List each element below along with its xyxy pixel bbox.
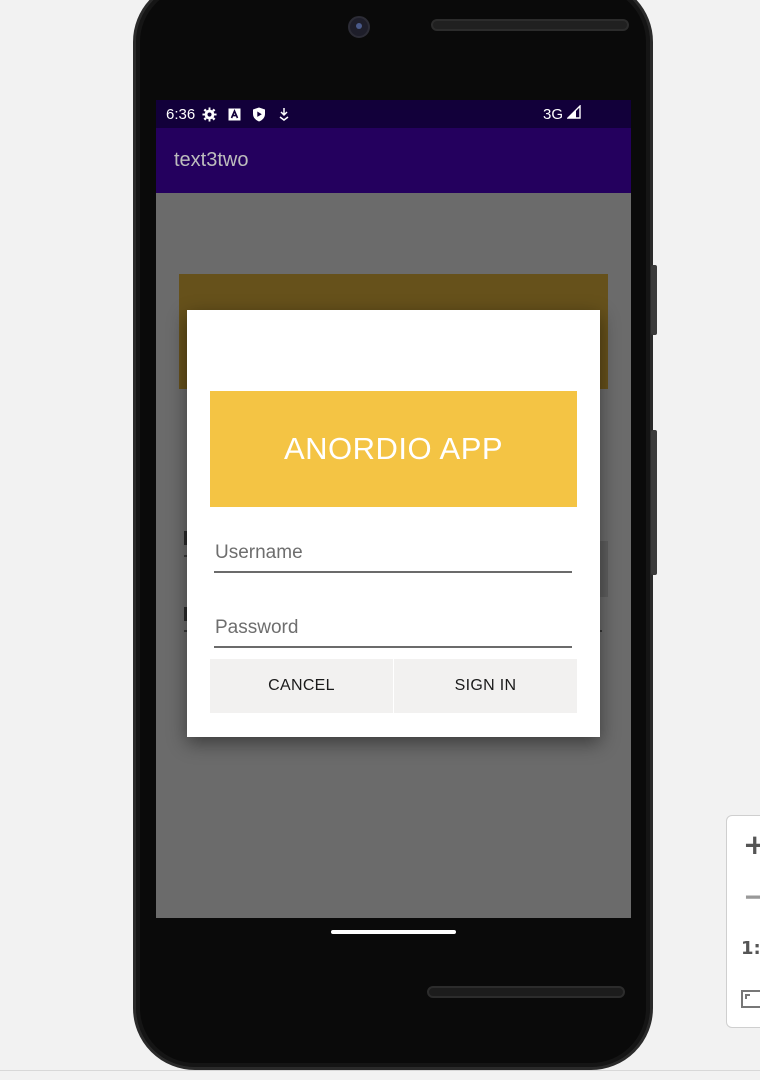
actual-size-button[interactable]: 1:1 <box>741 938 760 959</box>
zoom-in-button[interactable]: + <box>743 828 760 861</box>
network-type: 3G <box>542 105 563 123</box>
app-banner: ANORDIO APP <box>210 391 577 507</box>
fit-screen-icon[interactable] <box>741 988 760 1014</box>
a-icon <box>226 106 242 122</box>
password-field[interactable] <box>214 610 572 648</box>
app-title: text3two <box>174 149 249 171</box>
workspace-divider <box>0 1070 760 1071</box>
download-icon <box>276 106 292 122</box>
front-camera <box>348 16 370 38</box>
gear-icon <box>201 106 217 122</box>
earpiece-speaker <box>431 19 629 31</box>
volume-button <box>651 430 657 575</box>
username-field[interactable] <box>214 535 572 573</box>
status-bar: 6:36 3G <box>156 100 631 128</box>
login-dialog: ANORDIO APP CANCEL SIGN IN <box>187 310 600 737</box>
banner-text: ANORDIO APP <box>283 431 504 466</box>
cancel-button[interactable]: CANCEL <box>210 659 393 713</box>
power-button <box>651 265 657 335</box>
sign-in-button[interactable]: SIGN IN <box>394 659 577 713</box>
zoom-out-button[interactable]: − <box>743 880 760 913</box>
app-bar: text3two <box>156 128 631 193</box>
bottom-speaker <box>427 986 625 998</box>
signal-icon <box>566 104 581 123</box>
status-time: 6:36 <box>166 105 196 123</box>
emulator-zoom-panel: + − 1:1 <box>726 815 760 1028</box>
home-indicator[interactable] <box>331 930 456 934</box>
shield-icon <box>251 106 267 122</box>
status-right-group: 3G <box>542 104 581 123</box>
